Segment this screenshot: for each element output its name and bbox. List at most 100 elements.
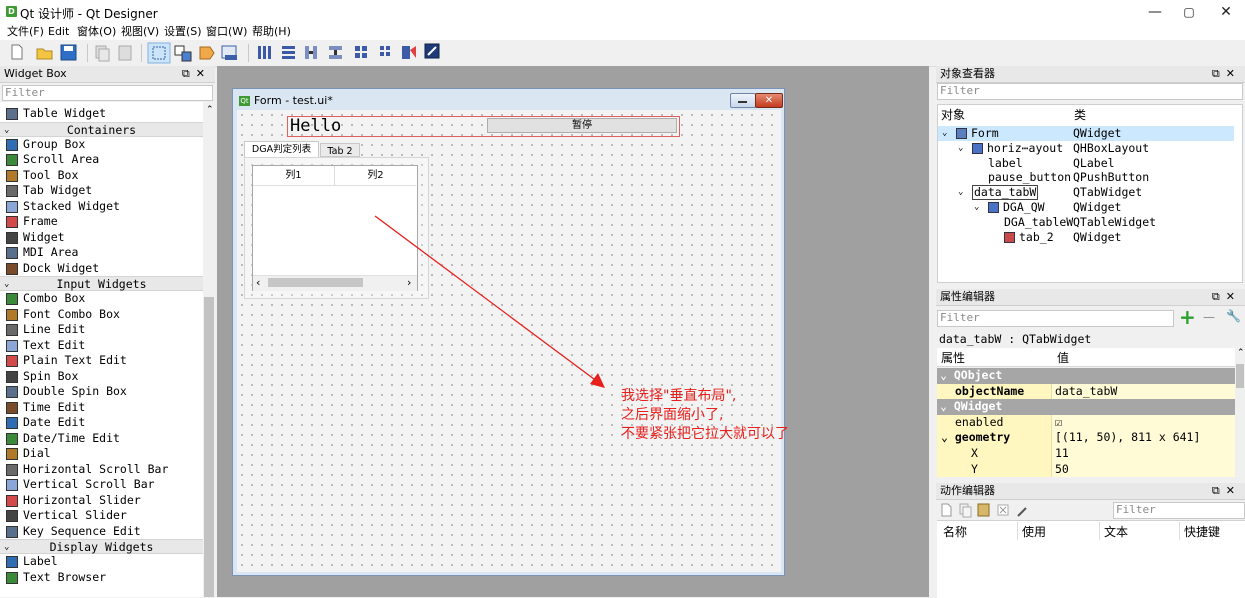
- widget-box-item[interactable]: Frame: [0, 214, 203, 230]
- property-row[interactable]: ⌄ geometry [(11, 50), 811 x 641]: [937, 430, 1235, 446]
- object-inspector-filter-input[interactable]: Filter: [937, 83, 1243, 100]
- tab-2[interactable]: Tab 2: [320, 143, 360, 157]
- widget-box-float-button[interactable]: ⧉: [182, 67, 196, 80]
- minimize-button[interactable]: —: [1136, 0, 1174, 24]
- widget-box-item[interactable]: Scroll Area: [0, 152, 203, 168]
- object-inspector-float-button[interactable]: ⧉: [1212, 67, 1226, 80]
- maximize-button[interactable]: ▢: [1170, 0, 1208, 24]
- scroll-up-arrow-icon[interactable]: ⌃: [206, 105, 214, 115]
- new-action-icon[interactable]: [941, 503, 952, 517]
- copy-icon[interactable]: [95, 45, 110, 62]
- action-editor-filter-input[interactable]: Filter: [1113, 502, 1245, 519]
- widget-box-item[interactable]: Spin Box: [0, 369, 203, 385]
- menu-settings[interactable]: 设置(S): [164, 24, 202, 40]
- menu-edit[interactable]: Edit: [48, 24, 69, 40]
- property-value[interactable]: 11: [1055, 446, 1069, 462]
- open-icon[interactable]: [36, 48, 53, 60]
- edit-buddies-icon[interactable]: [199, 46, 215, 60]
- widget-box-filter-input[interactable]: Filter: [2, 85, 213, 101]
- tab-dga-list[interactable]: DGA判定列表: [244, 141, 319, 157]
- widget-box-item[interactable]: Vertical Slider: [0, 508, 203, 524]
- property-row[interactable]: objectName data_tabW: [937, 383, 1235, 400]
- menu-help[interactable]: 帮助(H): [252, 24, 291, 40]
- menu-view[interactable]: 视图(V): [121, 24, 159, 40]
- widget-box-item[interactable]: Key Sequence Edit: [0, 524, 203, 540]
- widget-box-item[interactable]: Horizontal Slider: [0, 493, 203, 509]
- edit-tab-order-icon[interactable]: [221, 45, 237, 60]
- widget-box-item[interactable]: Date Edit: [0, 415, 203, 431]
- layout-h-splitter-icon[interactable]: [305, 46, 317, 59]
- property-editor-float-button[interactable]: ⧉: [1212, 290, 1226, 303]
- layout-form-icon[interactable]: [380, 46, 390, 56]
- table-header-col1[interactable]: 列1: [253, 166, 335, 186]
- widget-box-item[interactable]: Dock Widget: [0, 261, 203, 277]
- widget-box-item[interactable]: Label: [0, 554, 203, 570]
- widget-box-item[interactable]: Plain Text Edit: [0, 353, 203, 369]
- widget-box-item[interactable]: Tab Widget: [0, 183, 203, 199]
- configure-action-icon[interactable]: [1017, 507, 1027, 517]
- menu-file[interactable]: 文件(F): [7, 24, 44, 40]
- remove-dynamic-property-icon[interactable]: —: [1203, 310, 1215, 324]
- widget-category[interactable]: ⌄ Containers: [0, 121, 203, 137]
- widget-box-item[interactable]: Stacked Widget: [0, 199, 203, 215]
- pause-button[interactable]: 暂停: [487, 118, 677, 133]
- save-icon[interactable]: [60, 44, 77, 61]
- widget-box-item[interactable]: Dial: [0, 446, 203, 462]
- add-dynamic-property-icon[interactable]: +: [1179, 305, 1196, 329]
- widget-box-item[interactable]: Time Edit: [0, 400, 203, 416]
- widget-box-item[interactable]: Vertical Scroll Bar: [0, 477, 203, 493]
- property-group-header[interactable]: ⌄ QObject: [937, 368, 1235, 384]
- widget-box-item[interactable]: MDI Area: [0, 245, 203, 261]
- layout-grid-icon[interactable]: [355, 46, 367, 58]
- table-scroll-thumb[interactable]: [268, 278, 363, 287]
- break-layout-icon[interactable]: [402, 46, 416, 59]
- scroll-up-arrow-icon[interactable]: ⌃: [1237, 348, 1245, 358]
- property-editor-filter-input[interactable]: Filter: [937, 310, 1174, 327]
- configure-icon[interactable]: 🔧: [1226, 309, 1241, 323]
- property-scroll-thumb[interactable]: [1236, 364, 1244, 388]
- chevron-down-icon[interactable]: ⌄: [942, 126, 947, 141]
- chevron-down-icon[interactable]: ⌄: [958, 185, 963, 200]
- edit-signals-icon[interactable]: [174, 45, 192, 62]
- edit-widgets-icon[interactable]: [147, 42, 171, 64]
- widget-box-close-button[interactable]: ✕: [196, 67, 211, 80]
- new-icon[interactable]: [11, 44, 23, 60]
- chevron-down-icon[interactable]: ⌄: [958, 141, 963, 156]
- close-button[interactable]: ✕: [1207, 0, 1245, 24]
- widget-box-item[interactable]: Double Spin Box: [0, 384, 203, 400]
- widget-box-scrollbar[interactable]: ⌃: [203, 102, 215, 597]
- widget-box-item[interactable]: Text Edit: [0, 338, 203, 354]
- action-editor-float-button[interactable]: ⧉: [1212, 484, 1226, 497]
- form-minimize-button[interactable]: [730, 93, 756, 108]
- delete-action-icon[interactable]: [997, 504, 1009, 516]
- widget-box-item[interactable]: Widget: [0, 230, 203, 246]
- property-row[interactable]: Y 50: [937, 461, 1235, 478]
- form-close-button[interactable]: ✕: [755, 93, 783, 108]
- widget-category[interactable]: ⌄ Display Widgets: [0, 539, 203, 554]
- property-editor-close-button[interactable]: ✕: [1226, 290, 1241, 303]
- checkbox-checked-icon[interactable]: ☑: [1055, 415, 1062, 431]
- property-value[interactable]: data_tabW: [1055, 384, 1117, 400]
- widget-box-item[interactable]: Combo Box: [0, 291, 203, 307]
- property-row[interactable]: enabled ☑: [937, 414, 1235, 431]
- table-header-col2[interactable]: 列2: [335, 166, 416, 186]
- widget-box-scroll-thumb[interactable]: [204, 297, 214, 597]
- action-editor-close-button[interactable]: ✕: [1226, 484, 1241, 497]
- menu-form[interactable]: 窗体(O): [77, 24, 116, 40]
- layout-vertical-icon[interactable]: [282, 46, 295, 59]
- property-group-header[interactable]: ⌄ QWidget: [937, 399, 1235, 415]
- layout-horizontal-icon[interactable]: [258, 46, 271, 59]
- widget-box-item[interactable]: Horizontal Scroll Bar: [0, 462, 203, 478]
- property-row[interactable]: X 11: [937, 446, 1235, 462]
- widget-box-item[interactable]: Tool Box: [0, 168, 203, 184]
- hello-label[interactable]: Hello: [290, 116, 341, 136]
- widget-box-item[interactable]: Line Edit: [0, 322, 203, 338]
- chevron-down-icon[interactable]: ⌄: [974, 200, 979, 215]
- property-scrollbar[interactable]: ⌃: [1235, 348, 1245, 478]
- object-inspector-close-button[interactable]: ✕: [1226, 67, 1241, 80]
- scroll-left-arrow-icon[interactable]: ‹: [256, 275, 260, 290]
- paste-action-icon[interactable]: [977, 503, 990, 517]
- widget-category[interactable]: ⌄ Input Widgets: [0, 276, 203, 291]
- paste-icon[interactable]: [118, 45, 132, 61]
- widget-box-item[interactable]: Font Combo Box: [0, 307, 203, 323]
